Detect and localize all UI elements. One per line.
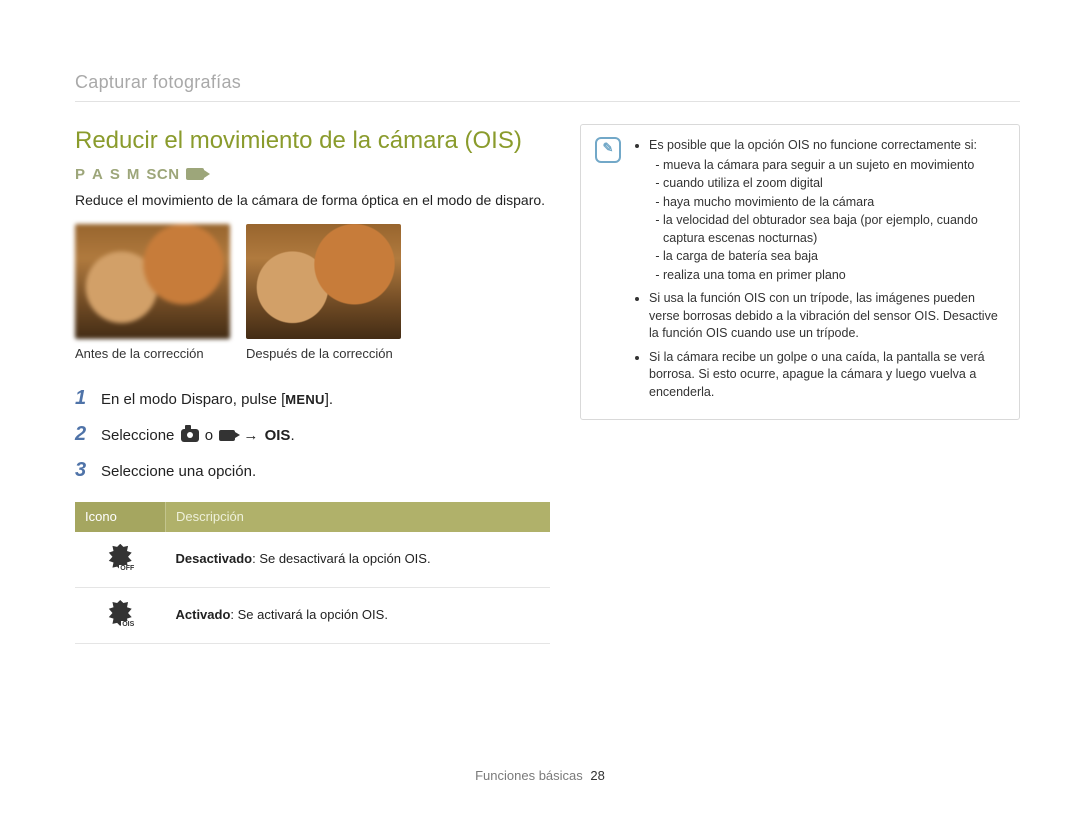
- page-title: Reducir el movimiento de la cámara (OIS): [75, 124, 550, 158]
- step-3: 3 Seleccione una opción.: [75, 456, 550, 484]
- step-text: Seleccione una opción.: [101, 461, 256, 482]
- options-table: Icono Descripción OFF Desactivado: Se de…: [75, 502, 550, 645]
- caption-after: Después de la corrección: [246, 345, 401, 363]
- mode-indicators: P A S M SCN: [75, 164, 550, 185]
- th-description: Descripción: [166, 502, 551, 532]
- note-sub-4: la velocidad del obturador sea baja (por…: [663, 212, 1003, 247]
- note-box: ✎ Es posible que la opción OIS no funcio…: [580, 124, 1020, 420]
- intro-text: Reduce el movimiento de la cámara de for…: [75, 191, 550, 211]
- note-item-1: Es posible que la opción OIS no funcione…: [649, 137, 1003, 284]
- ois-on-text: : Se activará la opción OIS.: [230, 607, 388, 622]
- menu-button-label: MENU: [285, 391, 324, 409]
- ois-on-label: Activado: [176, 607, 231, 622]
- note-sub-1: mueva la cámara para seguir a un sujeto …: [663, 157, 1003, 175]
- step-2-target: OIS: [265, 427, 291, 444]
- ois-on-sub: OIS: [121, 621, 135, 628]
- mode-scn: SCN: [146, 164, 179, 185]
- breadcrumb: Capturar fotografías: [75, 70, 1020, 102]
- image-before-correction: [75, 224, 230, 339]
- step-text: En el modo Disparo, pulse [MENU].: [101, 389, 333, 410]
- note-sub-6: realiza una toma en primer plano: [663, 267, 1003, 285]
- step-2-prefix: Seleccione: [101, 427, 179, 444]
- ois-on-icon: OIS: [107, 600, 133, 626]
- note-item-1-text: Es posible que la opción OIS no funcione…: [649, 138, 977, 152]
- example-images: [75, 224, 550, 339]
- ois-on-icon-cell: OIS: [75, 587, 166, 643]
- arrow-icon: →: [243, 427, 258, 444]
- note-list: Es posible que la opción OIS no funcione…: [633, 137, 1003, 407]
- steps-list: 1 En el modo Disparo, pulse [MENU]. 2 Se…: [75, 384, 550, 484]
- video-mode-icon: [186, 168, 204, 180]
- note-sub-3: haya mucho movimiento de la cámara: [663, 194, 1003, 212]
- ois-off-icon: OFF: [107, 544, 133, 570]
- caption-before: Antes de la corrección: [75, 345, 230, 363]
- table-row: OIS Activado: Se activará la opción OIS.: [75, 587, 550, 643]
- mode-a: A: [92, 164, 104, 185]
- footer-section: Funciones básicas: [475, 768, 583, 783]
- step-number: 2: [75, 420, 91, 448]
- mode-m: M: [127, 164, 141, 185]
- page-footer: Funciones básicas 28: [0, 767, 1080, 785]
- ois-on-desc: Activado: Se activará la opción OIS.: [166, 587, 551, 643]
- ois-off-icon-cell: OFF: [75, 532, 166, 588]
- step-2: 2 Seleccione o → OIS.: [75, 420, 550, 448]
- step-2-connector: o: [201, 427, 218, 444]
- ois-off-label: Desactivado: [176, 551, 253, 566]
- note-item-2: Si usa la función OIS con un trípode, la…: [649, 290, 1003, 343]
- step-1-prefix: En el modo Disparo, pulse [: [101, 391, 285, 408]
- table-row: OFF Desactivado: Se desactivará la opció…: [75, 532, 550, 588]
- step-2-suffix: .: [290, 427, 294, 444]
- footer-page-number: 28: [590, 768, 604, 783]
- step-number: 1: [75, 384, 91, 412]
- note-sub-5: la carga de batería sea baja: [663, 248, 1003, 266]
- note-icon: ✎: [595, 137, 621, 163]
- image-after-correction: [246, 224, 401, 339]
- camera-icon: [181, 429, 199, 442]
- ois-off-sub: OFF: [119, 565, 135, 572]
- ois-off-desc: Desactivado: Se desactivará la opción OI…: [166, 532, 551, 588]
- step-1-suffix: ].: [325, 391, 333, 408]
- step-text: Seleccione o → OIS.: [101, 425, 295, 446]
- mode-s: S: [110, 164, 121, 185]
- note-item-3: Si la cámara recibe un golpe o una caída…: [649, 349, 1003, 402]
- step-1: 1 En el modo Disparo, pulse [MENU].: [75, 384, 550, 412]
- note-sub-2: cuando utiliza el zoom digital: [663, 175, 1003, 193]
- mode-p: P: [75, 164, 86, 185]
- video-icon: [219, 430, 235, 441]
- step-number: 3: [75, 456, 91, 484]
- ois-off-text: : Se desactivará la opción OIS.: [252, 551, 430, 566]
- th-icon: Icono: [75, 502, 166, 532]
